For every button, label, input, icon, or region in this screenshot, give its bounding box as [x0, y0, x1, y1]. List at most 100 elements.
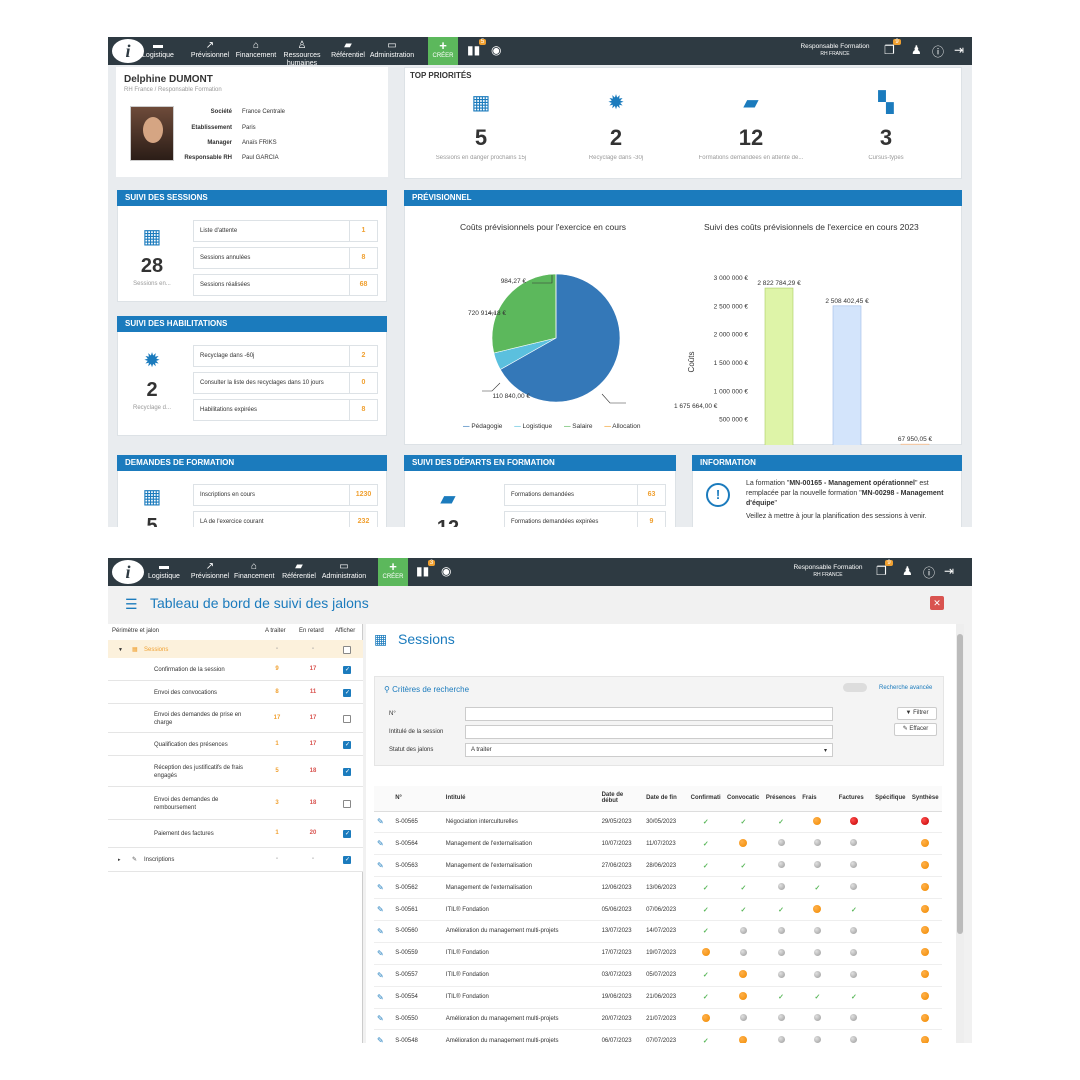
habilitations-summary[interactable]: ✹ 2 Recyclage d...: [122, 348, 182, 411]
column-header[interactable]: Date de début: [598, 786, 644, 812]
status-cell[interactable]: [762, 964, 800, 987]
habilitations-row[interactable]: Consulter la liste des recyclages dans 1…: [193, 372, 378, 394]
column-header[interactable]: Présences: [762, 786, 800, 812]
sessions-row[interactable]: Liste d'attente 1: [193, 220, 378, 242]
status-cell[interactable]: [908, 942, 942, 965]
search-criteria-title[interactable]: ⚲ Critères de recherche: [384, 685, 469, 694]
column-header[interactable]: Factures: [835, 786, 873, 812]
edit-cell[interactable]: ✎: [374, 942, 393, 965]
status-cell[interactable]: [799, 811, 836, 834]
status-cell[interactable]: [872, 986, 909, 1009]
status-cell[interactable]: [687, 942, 725, 965]
status-cell[interactable]: [799, 942, 836, 965]
afficher-checkbox[interactable]: [343, 740, 351, 749]
info-button[interactable]: ⓘ: [932, 43, 944, 60]
chevron-right-icon[interactable]: ▸: [118, 857, 121, 863]
documents-button[interactable]: ❐ 9: [876, 560, 893, 578]
status-cell[interactable]: [835, 964, 873, 987]
column-header[interactable]: Spécifique: [872, 786, 909, 812]
status-cell[interactable]: [762, 1008, 800, 1031]
status-cell[interactable]: ✓: [835, 986, 873, 1009]
status-cell[interactable]: [799, 920, 836, 943]
nav-referentiel[interactable]: ▰ Référentiel: [328, 39, 368, 60]
afficher-checkbox[interactable]: [343, 767, 351, 776]
status-cell[interactable]: [835, 876, 873, 900]
user-role[interactable]: Responsable Formation RH FRANCE: [786, 564, 870, 579]
afficher-checkbox[interactable]: [343, 665, 351, 674]
status-cell[interactable]: ✓: [799, 876, 836, 900]
number-input[interactable]: [465, 707, 833, 721]
status-cell[interactable]: [799, 898, 836, 921]
status-cell[interactable]: [872, 920, 909, 943]
creer-button[interactable]: + CRÉER: [378, 558, 408, 586]
status-cell[interactable]: [724, 1029, 763, 1043]
table-row[interactable]: ✎ S-00562 Management de l'externalisation 1…: [374, 876, 942, 900]
status-cell[interactable]: ✓: [687, 854, 725, 878]
edit-cell[interactable]: ✎: [374, 876, 393, 900]
edit-icon[interactable]: ✎: [377, 839, 384, 848]
status-cell[interactable]: [835, 832, 873, 856]
tree-group-row[interactable]: ▼ ▦ Sessions - -: [108, 640, 363, 660]
chart-menu-button[interactable]: ▮▮ 3: [416, 560, 436, 578]
nav-financement[interactable]: ⌂ Financement: [234, 39, 278, 60]
status-cell[interactable]: [762, 920, 800, 943]
status-cell[interactable]: ✓: [762, 986, 800, 1009]
status-cell[interactable]: ✓: [724, 811, 763, 834]
jalon-row[interactable]: Envoi des demandes de remboursement 3 18: [108, 787, 363, 820]
status-cell[interactable]: ✓: [835, 898, 873, 921]
column-header[interactable]: Frais: [799, 786, 836, 812]
edit-icon[interactable]: ✎: [377, 861, 384, 870]
status-cell[interactable]: ✓: [724, 854, 763, 878]
nav-previsionnel[interactable]: ↗ Prévisionnel: [190, 39, 230, 60]
status-cell[interactable]: [872, 876, 909, 900]
edit-cell[interactable]: ✎: [374, 898, 393, 921]
jalon-row[interactable]: Envoi des convocations 8 11: [108, 681, 363, 704]
edit-icon[interactable]: ✎: [377, 1036, 384, 1043]
table-row[interactable]: ✎ S-00554 ITIL® Fondation 19/06/2023 21/06/2…: [374, 986, 942, 1009]
status-cell[interactable]: [908, 986, 942, 1009]
column-header[interactable]: Date de fin: [643, 786, 688, 812]
priority-cursus[interactable]: ▚ 3 Cursus-types: [819, 91, 953, 161]
habilitations-row[interactable]: Habilitations expirées 8: [193, 399, 378, 421]
edit-icon[interactable]: ✎: [377, 993, 384, 1002]
status-cell[interactable]: [724, 920, 763, 943]
table-row[interactable]: ✎ S-00564 Management de l'externalisation 1…: [374, 832, 942, 856]
column-header[interactable]: N°: [392, 786, 443, 812]
status-cell[interactable]: [835, 1029, 873, 1043]
status-cell[interactable]: ✓: [687, 811, 725, 834]
afficher-checkbox[interactable]: [343, 714, 351, 723]
edit-icon[interactable]: ✎: [377, 883, 384, 892]
departs-row[interactable]: Formations demandées 63: [504, 484, 666, 506]
clear-button[interactable]: ✎ Effacer: [894, 723, 937, 736]
status-cell[interactable]: [872, 1008, 909, 1031]
edit-icon[interactable]: ✎: [377, 1014, 384, 1023]
status-cell[interactable]: ✓: [687, 832, 725, 856]
jalon-row[interactable]: Envoi des demandes de prise en charge 17 1…: [108, 704, 363, 733]
jalon-row[interactable]: Paiement des factures 1 20: [108, 820, 363, 848]
status-cell[interactable]: [908, 920, 942, 943]
jalon-row[interactable]: Réception des justificatifs de frais eng…: [108, 756, 363, 787]
status-cell[interactable]: [799, 964, 836, 987]
status-cell[interactable]: [908, 964, 942, 987]
departs-row[interactable]: Formations demandées expirées 9: [504, 511, 666, 527]
status-cell[interactable]: ✓: [687, 920, 725, 943]
status-cell[interactable]: ✓: [762, 898, 800, 921]
user-button[interactable]: ♟: [911, 43, 922, 57]
edit-cell[interactable]: ✎: [374, 854, 393, 878]
status-cell[interactable]: [762, 1029, 800, 1043]
status-cell[interactable]: [872, 898, 909, 921]
status-cell[interactable]: [724, 1008, 763, 1031]
nav-logistique[interactable]: ▬ Logistique: [136, 39, 180, 60]
tree-group-row[interactable]: ▸ ✎ Inscriptions - -: [108, 848, 363, 872]
edit-icon[interactable]: ✎: [377, 927, 384, 936]
status-cell[interactable]: [762, 854, 800, 878]
status-cell[interactable]: [908, 811, 942, 834]
jalon-row[interactable]: Confirmation de la session 9 17: [108, 658, 363, 681]
table-row[interactable]: ✎ S-00560 Amélioration du management multi…: [374, 920, 942, 943]
chart-menu-button[interactable]: ▮▮ 5: [467, 39, 487, 57]
status-cell[interactable]: [908, 1029, 942, 1043]
column-header[interactable]: Synthèse: [908, 786, 942, 812]
table-row[interactable]: ✎ S-00561 ITIL® Fondation 05/06/2023 07/06/2…: [374, 898, 942, 921]
edit-cell[interactable]: ✎: [374, 811, 393, 834]
column-header[interactable]: Convocatic: [724, 786, 763, 812]
